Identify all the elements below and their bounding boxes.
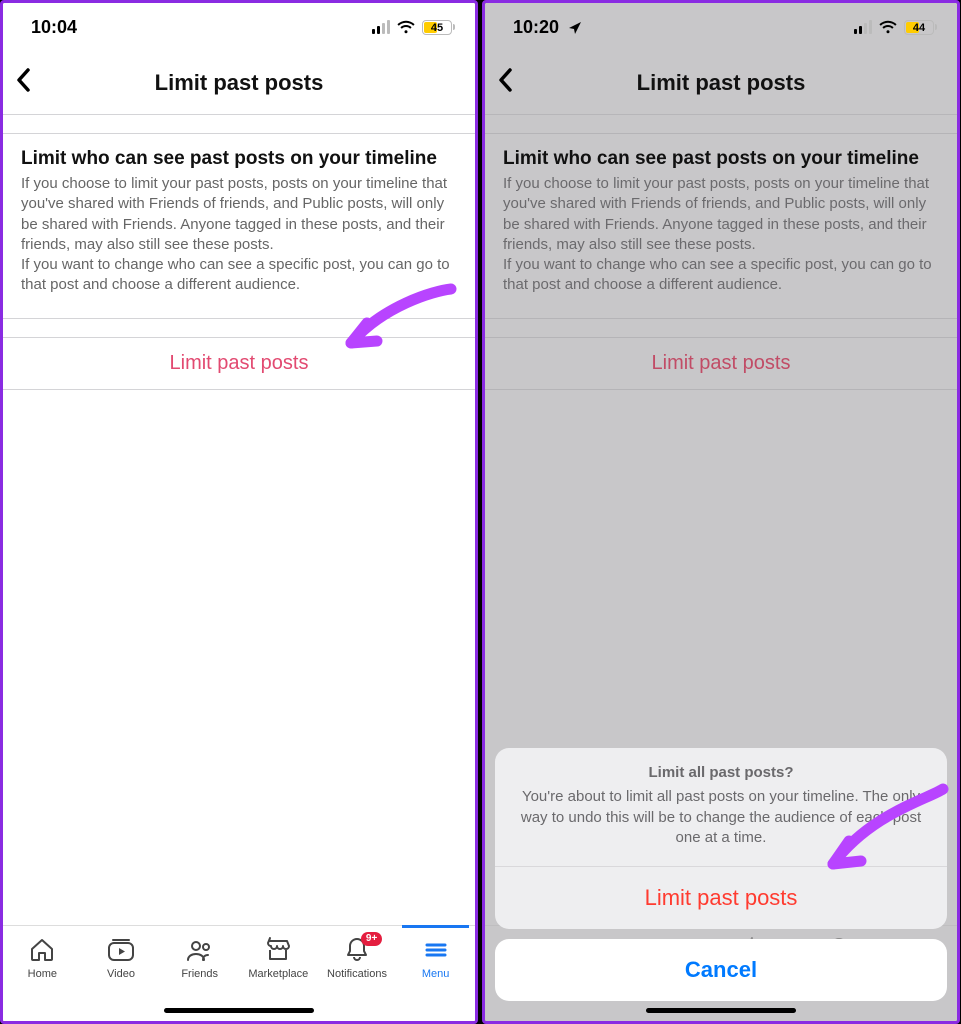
spacer [3,319,475,337]
status-icons: 45 [372,20,455,35]
home-icon [28,936,56,964]
page-title: Limit past posts [637,70,806,96]
location-icon [568,17,582,37]
video-icon [106,936,136,964]
tab-label: Friends [181,968,218,980]
battery-icon: 44 [904,20,937,35]
tab-label: Home [28,968,57,980]
tab-video[interactable]: Video [82,936,161,980]
cancel-button[interactable]: Cancel [495,939,947,1001]
menu-icon [423,936,449,964]
page-title: Limit past posts [155,70,324,96]
tab-menu[interactable]: Menu [396,936,475,980]
info-card: Limit who can see past posts on your tim… [3,133,475,319]
action-sheet: Limit all past posts? You're about to li… [495,748,947,1001]
back-button[interactable] [3,67,33,98]
back-button[interactable] [485,67,515,98]
action-sheet-message: You're about to limit all past posts on … [513,787,929,848]
status-time: 10:04 [31,17,77,38]
marketplace-icon [264,936,292,964]
tab-friends[interactable]: Friends [160,936,239,980]
confirm-limit-button[interactable]: Limit past posts [495,867,947,929]
notification-badge: 9+ [361,932,382,946]
nav-header: Limit past posts [485,51,957,115]
nav-header: Limit past posts [3,51,475,115]
card-title: Limit who can see past posts on your tim… [503,148,939,170]
phone-inner: 10:04 45 Limit past posts Limit who can [3,3,475,1021]
phone-left: 10:04 45 Limit past posts Limit who can [0,0,478,1024]
friends-icon [185,936,215,964]
spacer [3,115,475,133]
status-bar: 10:20 44 [485,3,957,51]
wifi-icon [396,20,416,34]
home-indicator[interactable] [646,1008,796,1013]
limit-past-posts-button[interactable]: Limit past posts [485,337,957,390]
action-sheet-header: Limit all past posts? You're about to li… [495,748,947,867]
card-body: If you choose to limit your past posts, … [503,174,939,296]
action-sheet-card: Limit all past posts? You're about to li… [495,748,947,929]
card-title: Limit who can see past posts on your tim… [21,148,457,170]
tab-bar: Home Video Friends Marketplace 9+ Notifi… [3,925,475,1021]
cellular-icon [372,20,390,34]
card-body: If you choose to limit your past posts, … [21,174,457,296]
cellular-icon [854,20,872,34]
action-sheet-title: Limit all past posts? [513,764,929,781]
tab-notifications[interactable]: 9+ Notifications [318,936,397,980]
tab-label: Menu [422,968,450,980]
home-indicator[interactable] [164,1008,314,1013]
tab-label: Video [107,968,135,980]
status-bar: 10:04 45 [3,3,475,51]
status-time-group: 10:20 [513,17,582,38]
content-spacer [3,390,475,926]
tab-label: Notifications [327,968,387,980]
limit-past-posts-button[interactable]: Limit past posts [3,337,475,390]
info-card: Limit who can see past posts on your tim… [485,133,957,319]
status-icons: 44 [854,20,937,35]
battery-icon: 45 [422,20,455,35]
wifi-icon [878,20,898,34]
phone-right: 10:20 44 Limit past posts [482,0,960,1024]
tab-home[interactable]: Home [3,936,82,980]
tab-label: Marketplace [248,968,308,980]
spacer [485,319,957,337]
spacer [485,115,957,133]
tab-marketplace[interactable]: Marketplace [239,936,318,980]
